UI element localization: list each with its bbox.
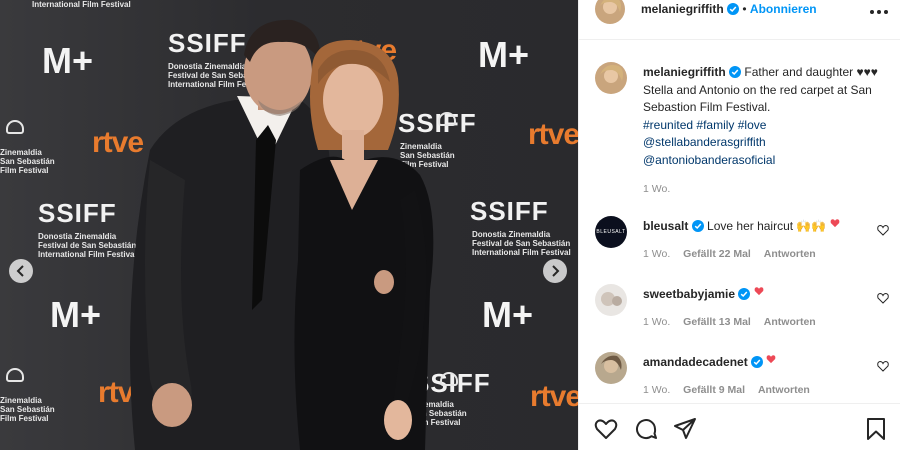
mention-link[interactable]: @stellabanderasgriffith xyxy=(643,135,766,149)
more-options-icon[interactable] xyxy=(867,3,891,21)
heart-emoji-icon xyxy=(754,287,764,296)
hashtag-link[interactable]: #reunited xyxy=(643,118,693,132)
avatar[interactable] xyxy=(595,352,627,384)
header-username[interactable]: melaniegriffith xyxy=(641,2,724,16)
like-comment-icon[interactable] xyxy=(877,292,889,304)
post-sidebar: melaniegriffith • Abonnieren melaniegrif… xyxy=(578,0,900,450)
comment-likes[interactable]: Gefällt 22 Mal xyxy=(683,248,751,260)
header-separator: • xyxy=(742,2,747,16)
mention-link[interactable]: @antoniobanderasoficial xyxy=(643,153,775,167)
comment-icon[interactable] xyxy=(633,416,659,442)
prev-photo-button[interactable] xyxy=(9,259,33,283)
avatar[interactable] xyxy=(595,62,627,94)
comment-item: BLEUSALT bleusalt Love her haircut 🙌🙌 1 … xyxy=(595,216,891,276)
verified-badge-icon xyxy=(729,66,742,78)
heart-icon[interactable] xyxy=(593,416,619,442)
verified-badge-icon xyxy=(751,356,764,368)
chevron-right-icon xyxy=(552,265,560,277)
reply-button[interactable]: Antworten xyxy=(758,384,810,396)
bookmark-icon[interactable] xyxy=(863,416,889,442)
verified-badge-icon xyxy=(691,220,704,232)
post-photo[interactable]: International Film Festival M+ SSIFF Don… xyxy=(0,0,578,450)
comment-likes[interactable]: Gefällt 9 Mal xyxy=(683,384,745,396)
reply-button[interactable]: Antworten xyxy=(764,316,816,328)
hashtag-link[interactable]: #love xyxy=(738,118,767,132)
people-illustration xyxy=(130,19,434,450)
caption-username[interactable]: melaniegriffith xyxy=(643,65,726,79)
avatar[interactable] xyxy=(595,284,627,316)
comment-username[interactable]: bleusalt xyxy=(643,219,688,233)
like-comment-icon[interactable] xyxy=(877,224,889,236)
follow-button[interactable]: Abonnieren xyxy=(750,2,817,16)
comment-item: sweetbabyjamie 1 Wo. Gefällt 13 Mal Antw… xyxy=(595,284,891,344)
caption-age[interactable]: 1 Wo. xyxy=(643,181,893,199)
comment-username[interactable]: sweetbabyjamie xyxy=(643,287,735,301)
post-header: melaniegriffith • Abonnieren xyxy=(579,0,900,40)
comment-text: Love her haircut 🙌🙌 xyxy=(707,219,827,233)
verified-badge-icon xyxy=(727,3,740,15)
hashtag-link[interactable]: #family xyxy=(696,118,734,132)
chevron-left-icon xyxy=(16,265,24,277)
comment-age[interactable]: 1 Wo. xyxy=(643,248,670,260)
reply-button[interactable]: Antworten xyxy=(764,248,816,260)
comment-age[interactable]: 1 Wo. xyxy=(643,384,670,396)
comment-age[interactable]: 1 Wo. xyxy=(643,316,670,328)
comment-username[interactable]: amandadecadenet xyxy=(643,355,748,369)
heart-emoji-icon xyxy=(767,355,776,364)
share-icon[interactable] xyxy=(672,416,698,442)
heart-emoji-icon xyxy=(830,219,840,228)
like-comment-icon[interactable] xyxy=(877,360,889,372)
action-bar xyxy=(579,403,900,450)
next-photo-button[interactable] xyxy=(543,259,567,283)
avatar[interactable]: BLEUSALT xyxy=(595,216,627,248)
verified-badge-icon xyxy=(738,288,751,300)
comment-likes[interactable]: Gefällt 13 Mal xyxy=(683,316,751,328)
avatar[interactable] xyxy=(595,0,625,24)
